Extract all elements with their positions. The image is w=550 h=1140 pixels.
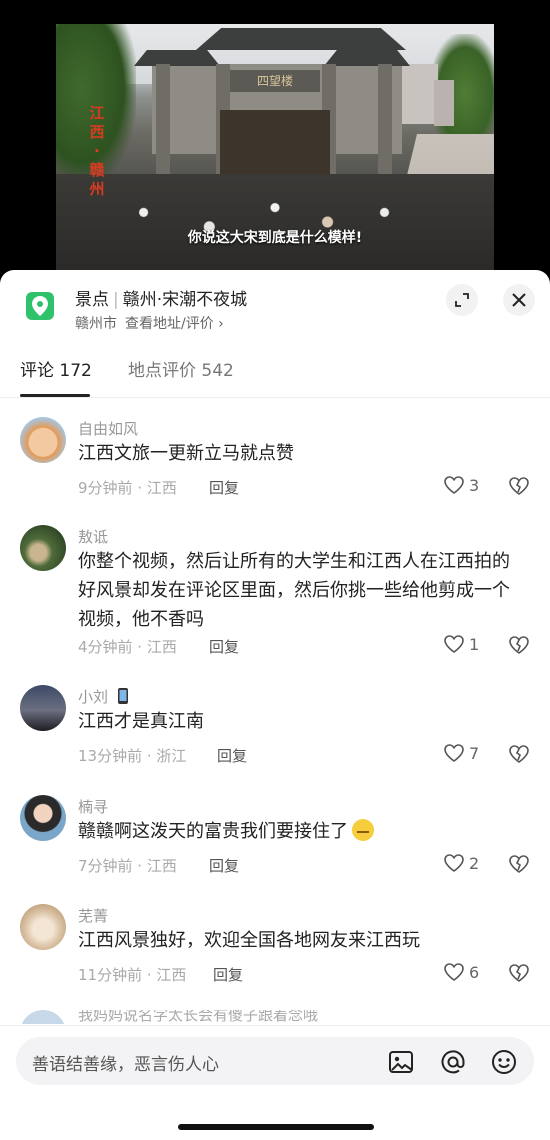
comment-input-placeholder: 善语结善缘，恶言伤人心 <box>32 1055 219 1075</box>
heart-icon <box>444 744 464 762</box>
reply-button[interactable]: 回复 <box>213 964 243 985</box>
location-pin-icon <box>26 292 54 320</box>
heart-icon <box>444 963 464 981</box>
comment-text: 江西才是真江南 <box>78 711 204 732</box>
heart-icon <box>444 854 464 872</box>
video-side-char: 江 <box>89 104 105 122</box>
tab-place-reviews[interactable]: 地点评价 542 <box>128 356 234 381</box>
comment-input[interactable]: 善语结善缘，恶言伤人心 <box>16 1037 534 1085</box>
mention-icon[interactable] <box>440 1049 466 1075</box>
video-gate-plaque: 四望楼 <box>230 70 320 92</box>
like-button[interactable]: 3 <box>443 475 479 495</box>
reply-button[interactable]: 回复 <box>209 855 239 876</box>
video-crowd <box>56 174 494 270</box>
reply-button[interactable]: 回复 <box>217 745 247 766</box>
like-button[interactable]: 6 <box>443 962 479 982</box>
comment-text: 你整个视频，然后让所有的大学生和江西人在江西拍的好风景却发在评论区里面，然后你挑… <box>78 551 510 630</box>
comment-text-content: 赣赣啊这泼天的富贵我们要接住了 <box>78 821 348 842</box>
avatar[interactable] <box>20 525 66 571</box>
tab-bar: 评论 172 地点评价 542 <box>0 350 550 398</box>
comment-meta: 4分钟前 · 江西 <box>78 638 177 656</box>
video-building <box>402 64 438 124</box>
poi-address-link[interactable]: 查看地址/评价 › <box>125 316 224 332</box>
dislike-icon[interactable] <box>508 963 530 983</box>
dislike-icon[interactable] <box>508 635 530 655</box>
comment-item-partial: 我妈妈说名字太长会有傻子跟着念哦 <box>20 1010 540 1024</box>
expand-button[interactable] <box>446 284 478 316</box>
smirk-emoji-icon <box>352 819 374 841</box>
comment-text: 江西文旅一更新立马就点赞 <box>78 443 294 464</box>
dislike-icon[interactable] <box>508 854 530 874</box>
comment-meta: 9分钟前 · 江西 <box>78 479 177 497</box>
comment-username[interactable]: 敖诋 <box>78 526 108 547</box>
reply-button[interactable]: 回复 <box>209 636 239 657</box>
poi-header[interactable]: 景点 | 赣州·宋潮不夜城 赣州市 查看地址/评价 › <box>0 270 550 340</box>
heart-icon <box>444 635 464 653</box>
comment-username[interactable]: 自由如风 <box>78 418 138 439</box>
comment-meta: 7分钟前 · 江西 <box>78 857 177 875</box>
tab-comments[interactable]: 评论 172 <box>20 356 92 381</box>
emoji-icon[interactable] <box>491 1049 517 1075</box>
poi-title: 景点 | 赣州·宋潮不夜城 <box>75 285 247 310</box>
avatar[interactable] <box>20 795 66 841</box>
dislike-icon[interactable] <box>508 744 530 764</box>
video-caption: 你说这大宋到底是什么模样! <box>187 230 363 246</box>
comment-username[interactable]: 小刘 <box>78 686 129 707</box>
comment-username[interactable]: 我妈妈说名字太长会有傻子跟着念哦 <box>78 1010 318 1024</box>
like-count: 1 <box>469 634 480 654</box>
dislike-icon[interactable] <box>508 476 530 496</box>
video-player[interactable]: 四望楼 江 西 · 赣 州 你说这大宋到底是什么模样! <box>56 24 494 270</box>
expand-icon <box>455 293 469 307</box>
poi-city: 赣州市 <box>75 316 117 332</box>
close-button[interactable] <box>503 284 535 316</box>
comment-username-text: 小刘 <box>78 688 109 706</box>
phone-icon <box>117 688 128 704</box>
avatar[interactable] <box>20 904 66 950</box>
comment-input-bar: 善语结善缘，恶言伤人心 <box>0 1025 550 1140</box>
comment-meta: 13分钟前 · 浙江 <box>78 747 187 765</box>
reply-button[interactable]: 回复 <box>209 477 239 498</box>
tab-active-indicator <box>20 394 90 397</box>
avatar[interactable] <box>20 1010 66 1024</box>
comment-meta: 11分钟前 · 江西 <box>78 966 187 984</box>
like-count: 7 <box>469 743 480 763</box>
poi-name: 赣州·宋潮不夜城 <box>122 290 248 310</box>
video-gate-roof <box>196 28 406 50</box>
like-count: 2 <box>469 853 480 873</box>
like-button[interactable]: 1 <box>443 634 479 654</box>
video-gate-plaque-text: 四望楼 <box>256 74 293 88</box>
image-icon[interactable] <box>388 1049 414 1075</box>
home-indicator[interactable] <box>178 1124 374 1130</box>
avatar[interactable] <box>20 417 66 463</box>
heart-icon <box>444 476 464 494</box>
comment-text: 江西风景独好，欢迎全国各地网友来江西玩 <box>78 930 420 951</box>
avatar[interactable] <box>20 685 66 731</box>
like-button[interactable]: 7 <box>443 743 479 763</box>
poi-subtitle: 赣州市 查看地址/评价 › <box>75 313 224 333</box>
video-side-text: 江 西 · 赣 州 <box>88 104 106 199</box>
video-gate-roof-right <box>324 50 410 66</box>
comment-username[interactable]: 楠寻 <box>78 796 108 817</box>
poi-divider: | <box>113 290 119 310</box>
video-side-char: 赣 <box>89 161 105 179</box>
comments-sheet: 景点 | 赣州·宋潮不夜城 赣州市 查看地址/评价 › 评论 172 地点评价 542… <box>0 270 550 1140</box>
poi-category: 景点 <box>75 290 109 310</box>
video-gate-roof-left <box>134 50 220 66</box>
like-button[interactable]: 2 <box>443 853 479 873</box>
comment-username[interactable]: 芜菁 <box>78 905 108 926</box>
video-building-2 <box>434 80 454 126</box>
video-side-char: 西 <box>89 123 105 141</box>
comment-text: 赣赣啊这泼天的富贵我们要接住了 <box>78 817 526 846</box>
video-side-char: 州 <box>89 180 105 198</box>
video-side-char: · <box>94 142 100 160</box>
like-count: 6 <box>469 962 480 982</box>
close-icon <box>512 293 526 307</box>
like-count: 3 <box>469 475 480 495</box>
